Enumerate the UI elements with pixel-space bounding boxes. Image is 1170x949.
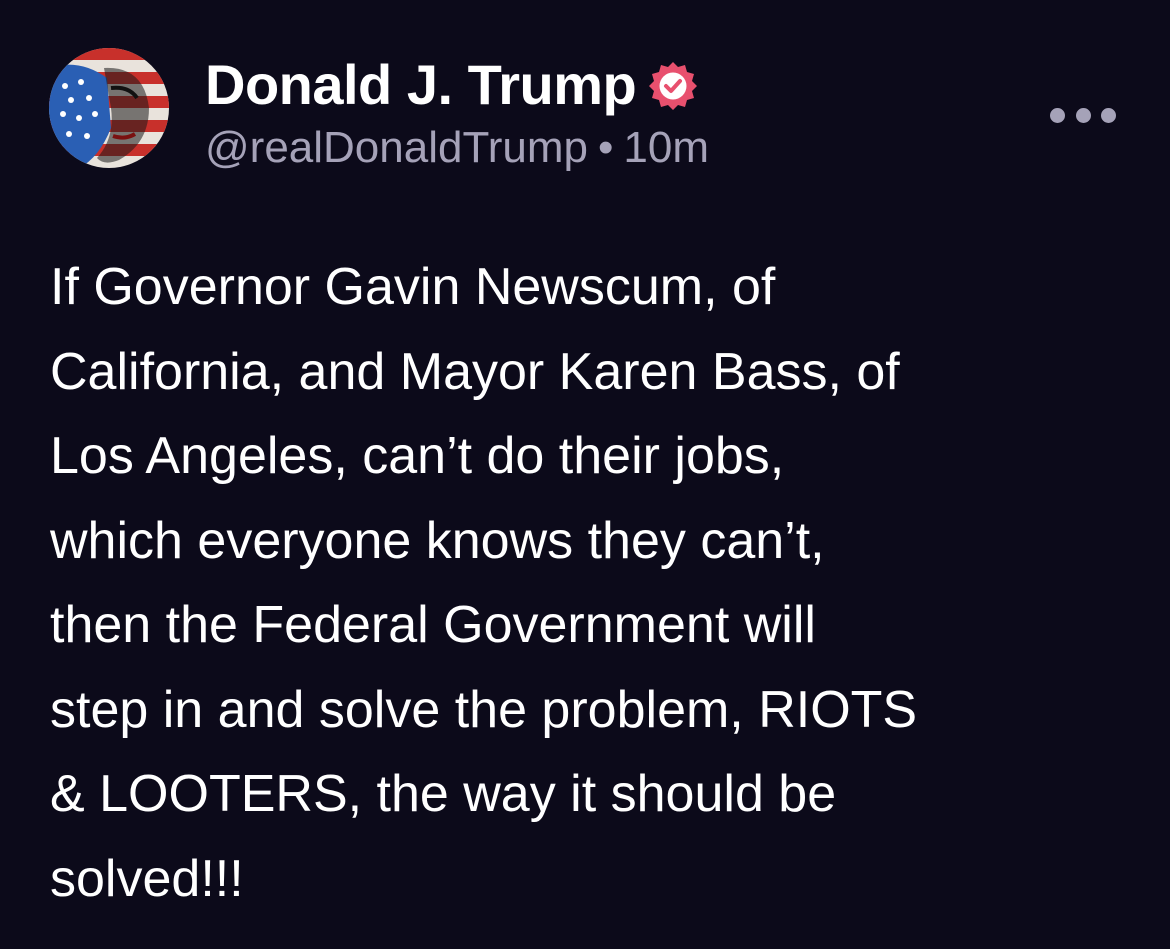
post-timestamp[interactable]: 10m <box>623 123 709 172</box>
verified-badge-icon <box>648 60 698 110</box>
post-body-line: solved!!! <box>50 849 244 908</box>
post-body-line: & LOOTERS, the way it should be <box>50 765 837 823</box>
post-header: Donald J. Trump @realDonaldTrump • 10m <box>205 52 709 176</box>
post-card: Donald J. Trump @realDonaldTrump • 10m If … <box>0 0 1170 949</box>
post-body-line: California, and Mayor Karen Bass, of <box>50 342 900 401</box>
post-body: If Governor Gavin Newscum, of California… <box>50 245 1130 921</box>
post-body-line: Los Angeles, can’t do their jobs, <box>50 427 785 485</box>
post-body-line: which everyone knows they can’t, <box>50 511 825 570</box>
post-body-line: step in and solve the problem, RIOTS <box>50 680 918 739</box>
author-display-name[interactable]: Donald J. Trump <box>205 52 637 118</box>
avatar-image <box>49 48 169 168</box>
more-options-button[interactable] <box>1050 100 1116 130</box>
author-handle[interactable]: @realDonaldTrump <box>205 123 588 172</box>
avatar[interactable] <box>49 48 169 168</box>
ellipsis-icon-dot <box>1075 107 1091 123</box>
post-body-line: If Governor Gavin Newscum, of <box>50 258 776 316</box>
meta-separator: • <box>597 123 614 172</box>
ellipsis-icon-dot <box>1101 107 1116 123</box>
post-body-line: then the Federal Government will <box>50 596 816 654</box>
ellipsis-icon-dot <box>1050 107 1065 123</box>
author-name-row: Donald J. Trump <box>205 52 709 118</box>
author-meta-row: @realDonaldTrump • 10m <box>205 120 709 176</box>
